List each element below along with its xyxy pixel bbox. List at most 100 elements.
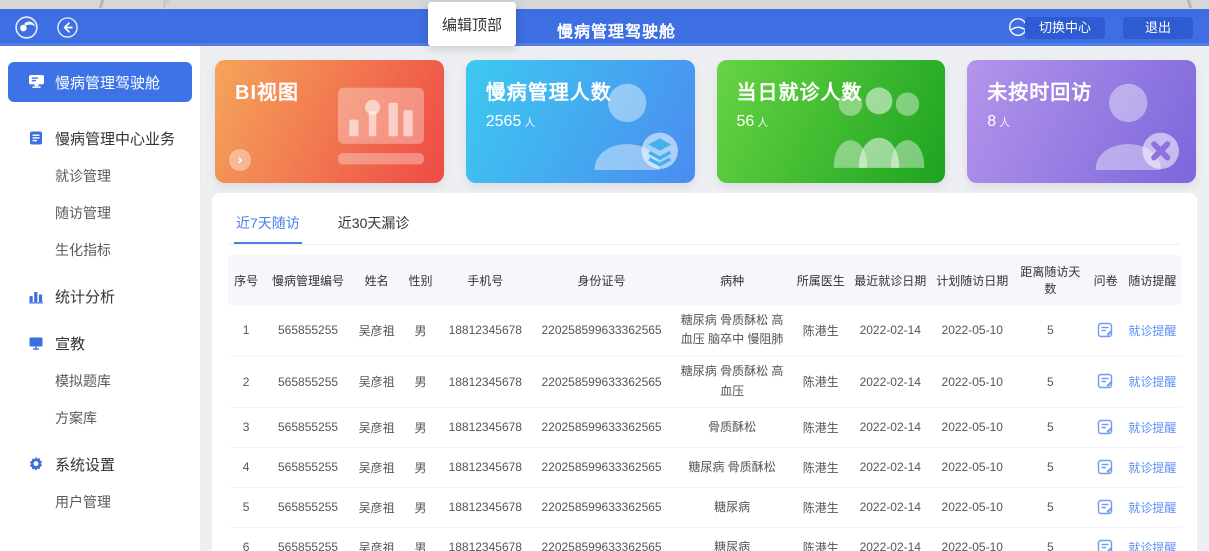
cell-days-to-visit: 5 [1013,447,1087,487]
cell-gender: 男 [401,407,439,447]
cell-phone: 18812345678 [440,407,531,447]
cell-management-id: 565855255 [264,407,352,447]
person-layers-icon [581,78,681,175]
column-header: 随访提醒 [1124,255,1181,305]
tab-last-30-days-missed[interactable]: 近30天漏诊 [336,207,412,244]
sidebar-item-visit-management[interactable]: 就诊管理 [0,166,200,186]
cell-doctor: 陈港生 [792,487,849,527]
window-top-strip [0,0,1209,9]
visit-reminder-link[interactable]: 就诊提醒 [1128,421,1176,435]
table-row: 5 565855255 吴彦祖 男 18812345678 2202585996… [228,487,1181,527]
cell-gender: 男 [401,487,439,527]
column-header: 计划随访日期 [931,255,1013,305]
cell-last-visit-date: 2022-02-14 [849,305,931,356]
followup-table-body: 1 565855255 吴彦祖 男 18812345678 2202585996… [228,305,1181,551]
main-content: BI视图 › 慢病管理人数 2565人 [201,46,1209,551]
cell-index: 3 [228,407,264,447]
cell-visit-reminder: 就诊提醒 [1124,447,1181,487]
column-header: 性别 [401,255,439,305]
cell-doctor: 陈港生 [792,527,849,551]
page-title: 慢病管理驾驶舱 [557,18,676,42]
cell-diseases: 糖尿病 骨质酥松 高血压 脑卒中 慢阻肺 [672,305,792,356]
visit-reminder-link[interactable]: 就诊提醒 [1128,461,1176,475]
questionnaire-form-icon[interactable] [1097,373,1114,390]
card-bi-view[interactable]: BI视图 › [215,60,444,183]
cell-diseases: 骨质酥松 [672,407,792,447]
column-header: 手机号 [440,255,531,305]
chevron-right-icon[interactable]: › [229,149,251,171]
cell-questionnaire [1088,527,1124,551]
table-row: 6 565855255 吴彦祖 男 18812345678 2202585996… [228,527,1181,551]
stat-cards-row: BI视图 › 慢病管理人数 2565人 [215,60,1196,183]
cell-questionnaire [1088,356,1124,407]
cell-visit-reminder: 就诊提醒 [1124,356,1181,407]
cell-gender: 男 [401,305,439,356]
sidebar-item-label: 统计分析 [55,286,115,307]
questionnaire-form-icon[interactable] [1097,539,1114,551]
switch-center-button[interactable]: 切换中心 [1025,17,1105,39]
sidebar-item-system-settings[interactable]: 系统设置 [0,454,200,475]
visit-reminder-link[interactable]: 就诊提醒 [1128,541,1176,551]
cell-diseases: 糖尿病 [672,487,792,527]
card-today-visits[interactable]: 当日就诊人数 56人 [717,60,946,183]
cell-planned-visit-date: 2022-05-10 [931,487,1013,527]
gear-icon [28,456,45,473]
cell-doctor: 陈港生 [792,447,849,487]
cell-management-id: 565855255 [264,527,352,551]
column-header: 最近就诊日期 [849,255,931,305]
cell-management-id: 565855255 [264,305,352,356]
table-row: 3 565855255 吴彦祖 男 18812345678 2202585996… [228,407,1181,447]
cell-name: 吴彦祖 [352,407,402,447]
cell-days-to-visit: 5 [1013,527,1087,551]
cell-gender: 男 [401,447,439,487]
cell-planned-visit-date: 2022-05-10 [931,305,1013,356]
questionnaire-form-icon[interactable] [1097,459,1114,476]
sidebar-item-label: 慢病管理中心业务 [55,128,175,149]
column-header: 病种 [672,255,792,305]
cell-questionnaire [1088,305,1124,356]
cell-phone: 18812345678 [440,487,531,527]
cell-name: 吴彦祖 [352,356,402,407]
cell-management-id: 565855255 [264,447,352,487]
table-header-row: 序号慢病管理编号姓名性别手机号身份证号病种所属医生最近就诊日期计划随访日期距离随… [228,255,1181,305]
questionnaire-form-icon[interactable] [1097,322,1114,339]
person-x-icon [1082,78,1182,175]
visit-reminder-link[interactable]: 就诊提醒 [1128,324,1176,338]
tab-last-7-days-followup[interactable]: 近7天随访 [234,207,302,244]
cell-last-visit-date: 2022-02-14 [849,487,931,527]
sidebar-item-statistics[interactable]: 统计分析 [0,286,200,307]
column-header: 姓名 [352,255,402,305]
cell-management-id: 565855255 [264,356,352,407]
cell-visit-reminder: 就诊提醒 [1124,487,1181,527]
cell-phone: 18812345678 [440,356,531,407]
sidebar-item-dashboard[interactable]: 慢病管理驾驶舱 [8,62,192,102]
visit-reminder-link[interactable]: 就诊提醒 [1128,501,1176,515]
sidebar-item-education[interactable]: 宣教 [0,333,200,354]
questionnaire-form-icon[interactable] [1097,419,1114,436]
cell-days-to-visit: 5 [1013,407,1087,447]
tab-bar: 近7天随访 近30天漏诊 [228,203,1181,245]
dashboard-monitor-icon [28,74,45,91]
sidebar-item-mock-question-bank[interactable]: 模拟题库 [0,371,200,391]
cell-id-card: 220258599633362565 [531,487,672,527]
cell-management-id: 565855255 [264,487,352,527]
cell-visit-reminder: 就诊提醒 [1124,305,1181,356]
visit-reminder-link[interactable]: 就诊提醒 [1128,375,1176,389]
logout-button[interactable]: 退出 [1123,17,1193,39]
column-header: 序号 [228,255,264,305]
sidebar-item-center-business[interactable]: 慢病管理中心业务 [0,128,200,149]
sidebar: 慢病管理驾驶舱 慢病管理中心业务 就诊管理 随访管理 生化指标 统计分析 [0,46,201,551]
card-managed-patients[interactable]: 慢病管理人数 2565人 [466,60,695,183]
edit-top-button[interactable]: 编辑顶部 [428,2,516,46]
sidebar-item-followup-management[interactable]: 随访管理 [0,203,200,223]
cell-planned-visit-date: 2022-05-10 [931,527,1013,551]
cell-index: 2 [228,356,264,407]
cell-name: 吴彦祖 [352,487,402,527]
questionnaire-form-icon[interactable] [1097,499,1114,516]
column-header: 身份证号 [531,255,672,305]
sidebar-item-user-management[interactable]: 用户管理 [0,492,200,512]
back-arrow-icon[interactable] [56,16,79,39]
card-overdue-followups[interactable]: 未按时回访 8人 [967,60,1196,183]
sidebar-item-plan-library[interactable]: 方案库 [0,408,200,428]
sidebar-item-biochemical-indicators[interactable]: 生化指标 [0,240,200,260]
